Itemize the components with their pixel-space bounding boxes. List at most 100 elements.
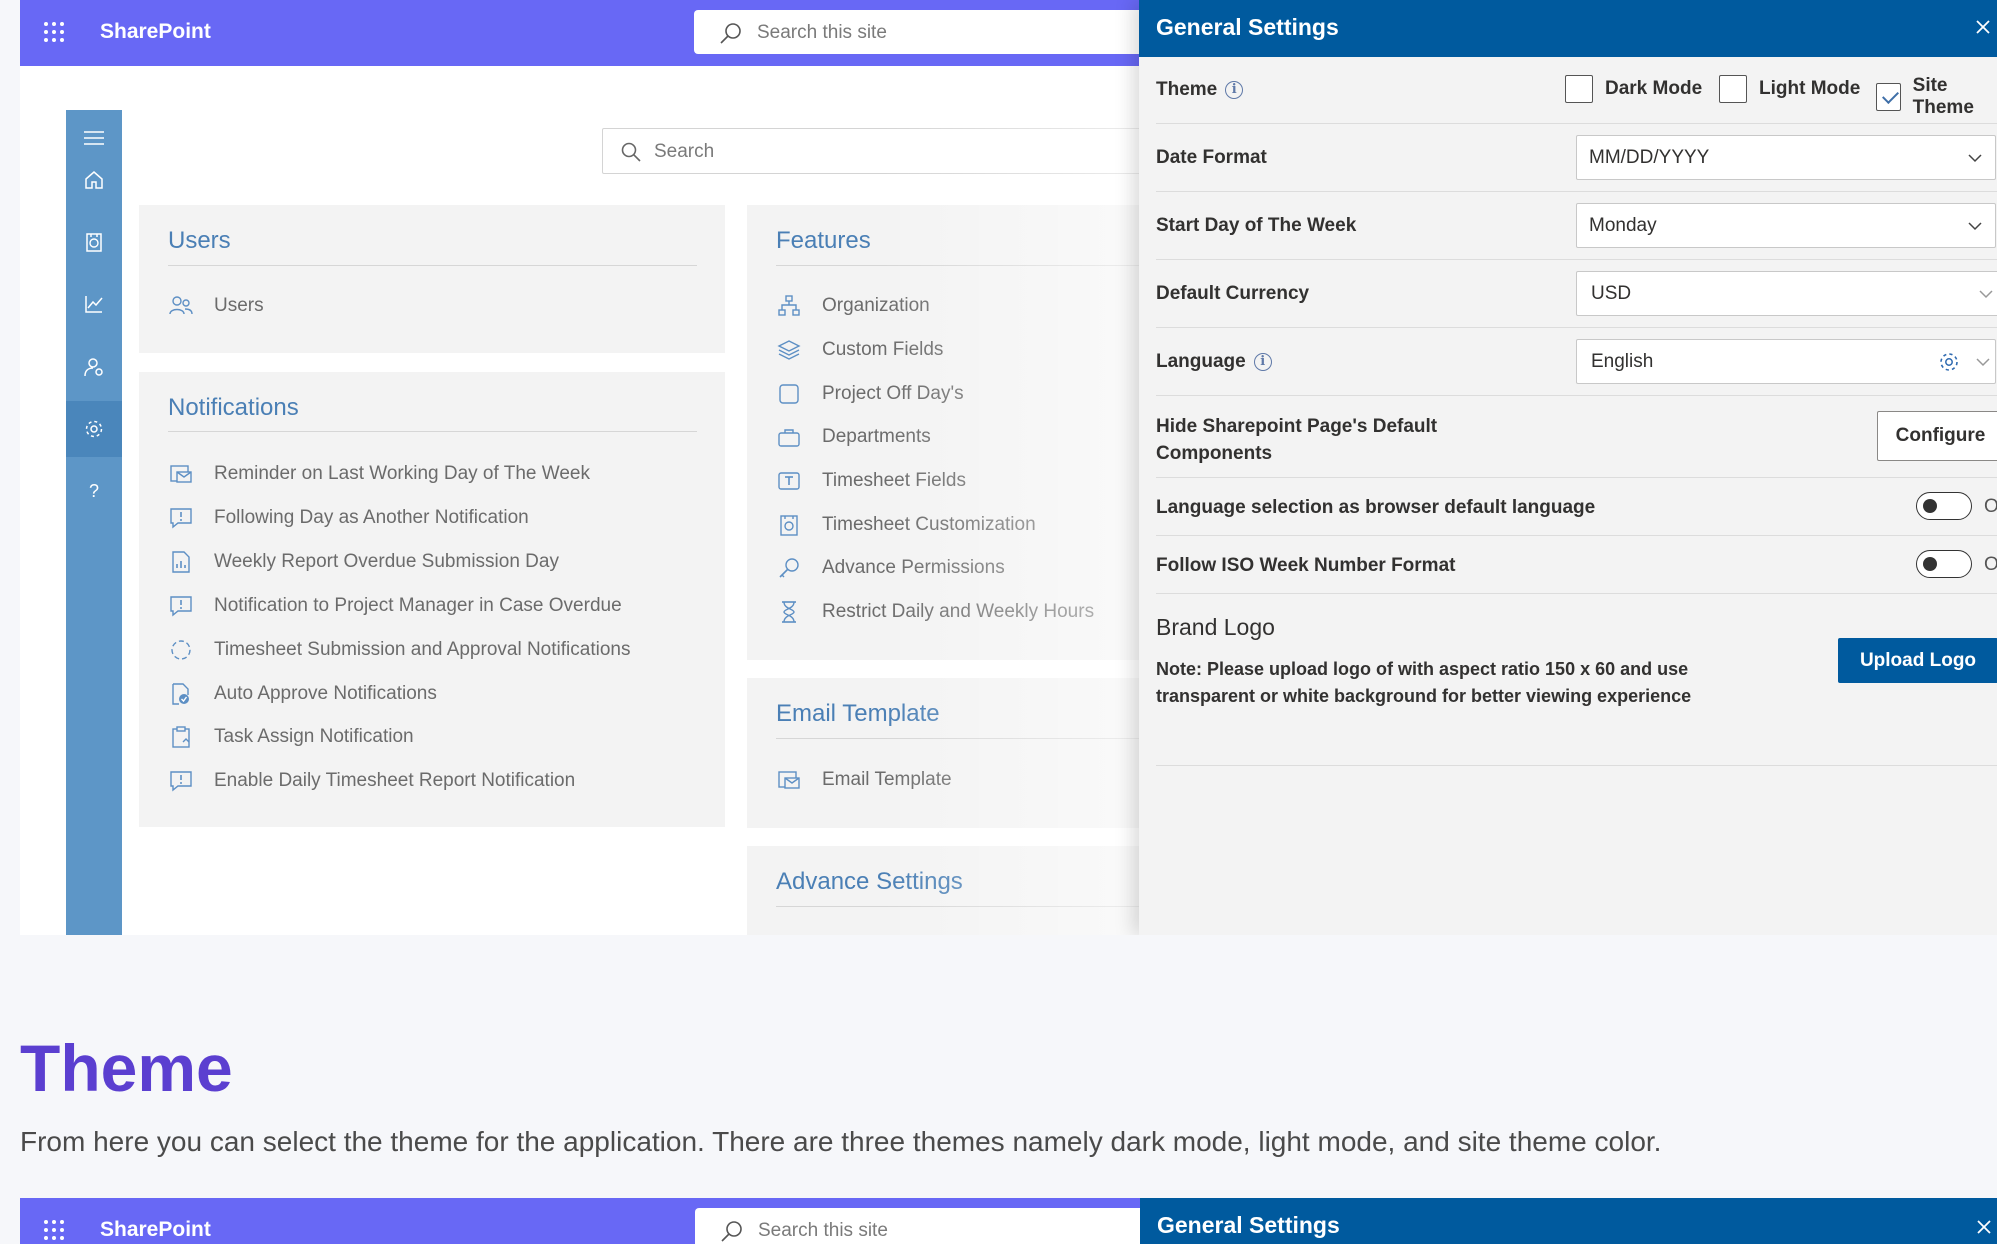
panel-title: General Settings xyxy=(1156,14,1339,40)
iso-week-toggle[interactable] xyxy=(1916,550,1972,578)
list-item-label: Timesheet Submission and Approval Notifi… xyxy=(214,639,631,660)
list-item-email-template[interactable]: Email Template xyxy=(776,766,952,794)
brand-name[interactable]: SharePoint xyxy=(100,20,211,44)
light-mode-checkbox[interactable] xyxy=(1719,75,1747,103)
general-settings-panel: General Settings xyxy=(1140,1198,1997,1244)
list-item-task-assign[interactable]: Task Assign Notification xyxy=(168,723,414,751)
dark-mode-label: Dark Mode xyxy=(1605,78,1703,99)
list-item-project-manager-overdue[interactable]: Notification to Project Manager in Case … xyxy=(168,592,622,620)
info-icon[interactable] xyxy=(1225,81,1244,99)
section-heading: Theme xyxy=(20,1031,233,1105)
theme-row: Theme Dark Mode Light Mode Site Theme xyxy=(1156,57,1997,124)
hide-components-label-line1: Hide Sharepoint Page's Default xyxy=(1156,416,1438,437)
site-theme-checkbox[interactable] xyxy=(1876,83,1901,111)
app-launcher-icon[interactable] xyxy=(42,20,66,44)
list-item-label: Task Assign Notification xyxy=(214,726,414,747)
close-icon[interactable] xyxy=(1973,1216,1995,1238)
gear-icon[interactable] xyxy=(1937,350,1961,374)
iso-week-state: Off xyxy=(1984,554,1997,575)
list-item-label: Weekly Report Overdue Submission Day xyxy=(214,551,559,572)
theme-label: Theme xyxy=(1156,79,1244,101)
browser-language-label: Language selection as browser default la… xyxy=(1156,497,1596,518)
list-item-label: Project Off Day's xyxy=(822,383,964,404)
settings-gear-icon[interactable] xyxy=(66,401,122,457)
language-label-text: Language xyxy=(1156,351,1246,372)
brand-logo-note: Note: Please upload logo of with aspect … xyxy=(1156,656,1691,710)
language-dropdown[interactable]: English xyxy=(1576,339,1996,384)
list-item-label: Email Template xyxy=(822,769,952,790)
list-item-following-day[interactable]: Following Day as Another Notification xyxy=(168,504,529,532)
browser-language-state: Off xyxy=(1984,496,1997,517)
alert-message-icon xyxy=(168,505,194,531)
list-item-timesheet-customization[interactable]: Timesheet Customization xyxy=(776,511,1036,539)
chevron-down-icon xyxy=(1979,290,1993,299)
list-item-custom-fields[interactable]: Custom Fields xyxy=(776,336,943,364)
list-item-reminder-last-working-day[interactable]: Reminder on Last Working Day of The Week xyxy=(168,460,590,488)
list-item-daily-timesheet-report[interactable]: Enable Daily Timesheet Report Notificati… xyxy=(168,767,575,795)
features-card-title: Features xyxy=(776,227,871,254)
home-icon[interactable] xyxy=(66,152,122,208)
dark-mode-checkbox[interactable] xyxy=(1565,75,1593,103)
approved-document-icon xyxy=(168,681,194,707)
currency-dropdown[interactable]: USD xyxy=(1576,271,1997,316)
list-item-submission-approval[interactable]: Timesheet Submission and Approval Notifi… xyxy=(168,636,630,664)
site-search-input[interactable]: Search this site xyxy=(694,10,1154,54)
reports-chart-icon[interactable] xyxy=(66,276,122,332)
configure-button[interactable]: Configure xyxy=(1877,411,1997,461)
site-search-placeholder: Search this site xyxy=(757,22,887,43)
list-item-timesheet-fields[interactable]: Timesheet Fields xyxy=(776,467,966,495)
list-item-label: Restrict Daily and Weekly Hours xyxy=(822,601,1095,622)
list-item-auto-approve[interactable]: Auto Approve Notifications xyxy=(168,680,437,708)
list-item-label: Advance Permissions xyxy=(822,557,1005,578)
list-item-project-off-days[interactable]: Project Off Day's xyxy=(776,380,964,408)
language-row: Language English xyxy=(1156,328,1997,396)
list-item-label: Timesheet Customization xyxy=(822,514,1036,535)
list-item-label: Notification to Project Manager in Case … xyxy=(214,595,622,616)
key-icon xyxy=(776,555,802,581)
general-settings-panel: General Settings Theme Dark Mode Light M… xyxy=(1139,0,1997,935)
help-icon[interactable]: ? xyxy=(66,463,122,519)
list-item-organization[interactable]: Organization xyxy=(776,292,930,320)
light-mode-label: Light Mode xyxy=(1759,78,1861,99)
info-icon[interactable] xyxy=(1253,353,1272,371)
start-day-dropdown[interactable]: Monday xyxy=(1576,203,1996,248)
date-format-dropdown[interactable]: MM/DD/YYYY xyxy=(1576,135,1996,180)
browser-language-toggle[interactable] xyxy=(1916,492,1972,520)
divider xyxy=(168,431,697,432)
list-item-advance-permissions[interactable]: Advance Permissions xyxy=(776,554,1005,582)
close-icon[interactable] xyxy=(1972,16,1994,38)
list-item-departments[interactable]: Departments xyxy=(776,423,931,451)
light-mode-option[interactable]: Light Mode xyxy=(1719,75,1860,103)
mail-calendar-icon xyxy=(776,767,802,793)
list-item-restrict-hours[interactable]: Restrict Daily and Weekly Hours xyxy=(776,598,1094,626)
advance-settings-card-title[interactable]: Advance Settings xyxy=(776,868,963,896)
brand-logo-title: Brand Logo xyxy=(1156,614,1275,640)
app-launcher-icon[interactable] xyxy=(42,1218,66,1242)
iso-week-row: Follow ISO Week Number Format Off xyxy=(1156,536,1997,594)
list-item-label: Reminder on Last Working Day of The Week xyxy=(214,463,590,484)
checkbox-icon xyxy=(776,381,802,407)
brand-name[interactable]: SharePoint xyxy=(100,1218,211,1242)
user-settings-icon[interactable] xyxy=(66,339,122,395)
timesheet-icon[interactable] xyxy=(66,214,122,270)
text-field-icon xyxy=(776,468,802,494)
divider xyxy=(168,265,697,266)
alert-message-icon xyxy=(168,593,194,619)
upload-logo-button[interactable]: Upload Logo xyxy=(1838,638,1997,683)
start-day-label: Start Day of The Week xyxy=(1156,215,1357,236)
users-card-title: Users xyxy=(168,227,231,254)
divider xyxy=(776,906,1147,907)
hide-components-row: Hide Sharepoint Page's Default Component… xyxy=(1156,396,1997,478)
org-chart-icon xyxy=(776,293,802,319)
list-item-weekly-report-overdue[interactable]: Weekly Report Overdue Submission Day xyxy=(168,548,559,576)
site-search-input[interactable]: Search this site xyxy=(695,1208,1155,1244)
list-item-users[interactable]: Users xyxy=(168,292,264,320)
mail-calendar-icon xyxy=(168,461,194,487)
site-theme-option[interactable]: Site Theme xyxy=(1876,75,1997,119)
settings-search-input[interactable]: Search xyxy=(602,128,1162,174)
browser-language-row: Language selection as browser default la… xyxy=(1156,478,1997,536)
alert-message-icon xyxy=(168,768,194,794)
layers-icon xyxy=(776,337,802,363)
dark-mode-option[interactable]: Dark Mode xyxy=(1565,75,1702,103)
list-item-label: Following Day as Another Notification xyxy=(214,507,529,528)
